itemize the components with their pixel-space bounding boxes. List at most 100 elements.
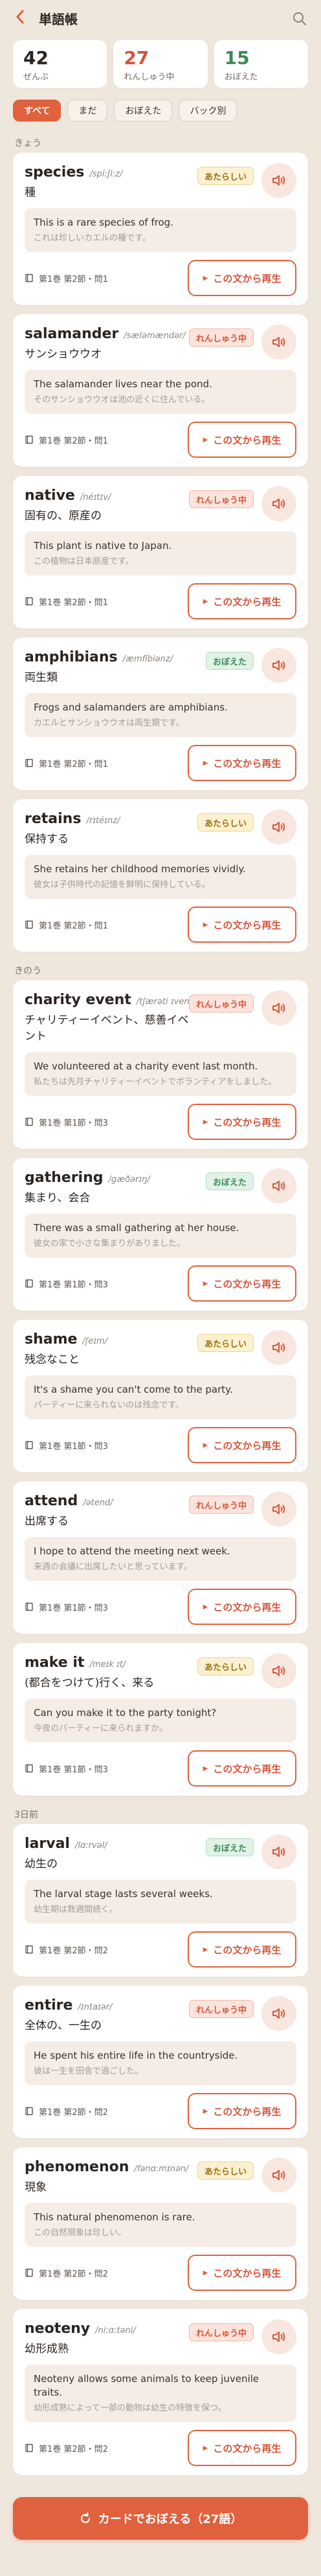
replay-from-sentence-button[interactable]: ▶ この文から再生	[188, 1750, 296, 1787]
meaning-text: チャリティーイベント、慈善イベント	[25, 1014, 189, 1043]
play-audio-button[interactable]	[261, 163, 296, 198]
meaning-text: 種	[25, 186, 36, 199]
replay-from-sentence-button[interactable]: ▶ この文から再生	[188, 260, 296, 296]
filter-chips: すべて まだ おぼえた バック別	[0, 88, 321, 122]
source-reference: 第1巻 第1節・問3	[25, 1439, 108, 1452]
example-sentence: She retains her childhood memories vivid…	[25, 855, 296, 899]
word-card: shame/ʃeɪm/残念なこと あたらしい It's a shame you ca…	[13, 1320, 308, 1472]
replay-label: この文から再生	[213, 2105, 282, 2118]
example-sentence: I hope to attend the meeting next week. 来…	[25, 1537, 296, 1581]
replay-from-sentence-button[interactable]: ▶ この文から再生	[188, 2255, 296, 2291]
play-audio-button[interactable]	[261, 1492, 296, 1527]
back-button[interactable]	[16, 9, 30, 27]
status-badge: れんしゅう中	[188, 490, 254, 508]
play-audio-button[interactable]	[261, 991, 296, 1025]
replay-label: この文から再生	[213, 2267, 282, 2279]
word-card: amphibians/æmfíbiənz/両生類 おぼえた Frogs and sa…	[13, 638, 308, 790]
replay-from-sentence-button[interactable]: ▶ この文から再生	[188, 2093, 296, 2129]
example-english: This natural phenomenon is rare.	[34, 2211, 195, 2223]
replay-from-sentence-button[interactable]: ▶ この文から再生	[188, 2430, 296, 2466]
word-card: native/néɪtɪv/固有の、原産の れんしゅう中 This plant is…	[13, 476, 308, 628]
replay-from-sentence-button[interactable]: ▶ この文から再生	[188, 1931, 296, 1968]
play-audio-button[interactable]	[261, 2319, 296, 2354]
example-sentence: It's a shame you can't come to the party…	[25, 1375, 296, 1419]
replay-label: この文から再生	[213, 1944, 282, 1956]
replay-label: この文から再生	[213, 596, 282, 608]
replay-from-sentence-button[interactable]: ▶ この文から再生	[188, 1589, 296, 1625]
word-line: shame/ʃeɪm/	[25, 1331, 296, 1347]
meaning-text: 出席する	[25, 1515, 69, 1528]
pronunciation: /sæləmændər/	[124, 331, 186, 341]
meaning-text: 現象	[25, 2181, 47, 2194]
source-text: 第1巻 第2節・問1	[39, 597, 108, 608]
example-sentence: Frogs and salamanders are amphibians. カエル…	[25, 693, 296, 737]
play-audio-button[interactable]	[261, 1996, 296, 2031]
replay-from-sentence-button[interactable]: ▶ この文から再生	[188, 1104, 296, 1140]
example-japanese: 私たちは先月チャリティーイベントでボランティアをしました。	[34, 1077, 277, 1087]
play-audio-button[interactable]	[261, 1834, 296, 1869]
play-audio-button[interactable]	[261, 810, 296, 844]
card-footer: 第1巻 第1節・問3 ▶ この文から再生	[25, 1589, 296, 1625]
replay-from-sentence-button[interactable]: ▶ この文から再生	[188, 745, 296, 781]
example-japanese: これは珍しいカエルの種です。	[34, 233, 151, 243]
page-title: 単語帳	[39, 11, 78, 27]
word-text: larval	[25, 1836, 70, 1852]
play-audio-button[interactable]	[261, 1330, 296, 1365]
speaker-icon	[272, 337, 285, 347]
meaning-text: 全体の、一生の	[25, 2019, 102, 2032]
replay-from-sentence-button[interactable]: ▶ この文から再生	[188, 1427, 296, 1463]
example-japanese: 彼は一生を田舎で過ごした。	[34, 2066, 144, 2076]
source-text: 第1巻 第2節・問1	[39, 921, 108, 931]
pronunciation: /fənɑːmɪnən/	[134, 2164, 189, 2174]
replay-from-sentence-button[interactable]: ▶ この文から再生	[188, 583, 296, 619]
replay-label: この文から再生	[213, 757, 282, 769]
filter-chip[interactable]: バック別	[179, 100, 238, 122]
status-badge: あたらしい	[197, 167, 254, 185]
speaker-icon	[272, 1342, 285, 1353]
example-sentence: He spent his entire life in the countrys…	[25, 2041, 296, 2085]
book-icon	[25, 1945, 33, 1954]
play-audio-button[interactable]	[261, 2158, 296, 2193]
pronunciation: /ətend/	[83, 1498, 113, 1508]
play-audio-button[interactable]	[261, 486, 296, 521]
source-text: 第1巻 第2節・問2	[39, 2269, 108, 2279]
flashcard-button[interactable]: カードでおぼえる（27語）	[13, 2497, 308, 2540]
section-date-header: 3日前	[14, 1810, 38, 1820]
book-icon	[25, 1764, 33, 1773]
replay-label: この文から再生	[213, 1763, 282, 1775]
play-icon: ▶	[203, 2444, 208, 2452]
refresh-icon	[80, 2512, 90, 2524]
word-card: salamander/sæləmændər/サンショウウオ れんしゅう中 The s…	[13, 314, 308, 467]
book-icon	[25, 1279, 33, 1288]
example-sentence: There was a small gathering at her house…	[25, 1214, 296, 1258]
card-footer: 第1巻 第2節・問1 ▶ この文から再生	[25, 260, 296, 296]
stat-card: 42 ぜんぶ	[13, 40, 107, 88]
word-line: attend/ətend/	[25, 1493, 296, 1509]
word-line: amphibians/æmfíbiənz/	[25, 649, 296, 665]
example-japanese: この植物は日本原産です。	[34, 557, 134, 566]
play-audio-button[interactable]	[261, 325, 296, 360]
example-english: It's a shame you can't come to the party…	[34, 1384, 233, 1395]
example-english: He spent his entire life in the countrys…	[34, 2050, 238, 2061]
replay-from-sentence-button[interactable]: ▶ この文から再生	[188, 422, 296, 458]
book-icon	[25, 1602, 33, 1611]
word-text: phenomenon	[25, 2159, 129, 2175]
search-button[interactable]	[293, 12, 307, 26]
play-audio-button[interactable]	[261, 1653, 296, 1688]
status-badge: れんしゅう中	[188, 994, 254, 1013]
stat-card: 27 れんしゅう中	[113, 40, 208, 88]
filter-chip[interactable]: まだ	[67, 100, 108, 122]
example-english: The salamander lives near the pond.	[34, 378, 212, 390]
status-badge: おぼえた	[205, 1172, 254, 1190]
card-footer: 第1巻 第1節・問3 ▶ この文から再生	[25, 1265, 296, 1302]
play-audio-button[interactable]	[261, 1168, 296, 1203]
example-english: I hope to attend the meeting next week.	[34, 1545, 230, 1557]
word-card: larval/lɑːrvəl/幼生の おぼえた The larval stage l…	[13, 1824, 308, 1977]
play-audio-button[interactable]	[261, 648, 296, 683]
replay-from-sentence-button[interactable]: ▶ この文から再生	[188, 907, 296, 943]
filter-chip[interactable]: おぼえた	[114, 100, 173, 122]
meaning-text: サンショウウオ	[25, 348, 102, 361]
filter-chip[interactable]: すべて	[13, 100, 61, 122]
word-text: shame	[25, 1331, 78, 1347]
replay-from-sentence-button[interactable]: ▶ この文から再生	[188, 1265, 296, 1302]
